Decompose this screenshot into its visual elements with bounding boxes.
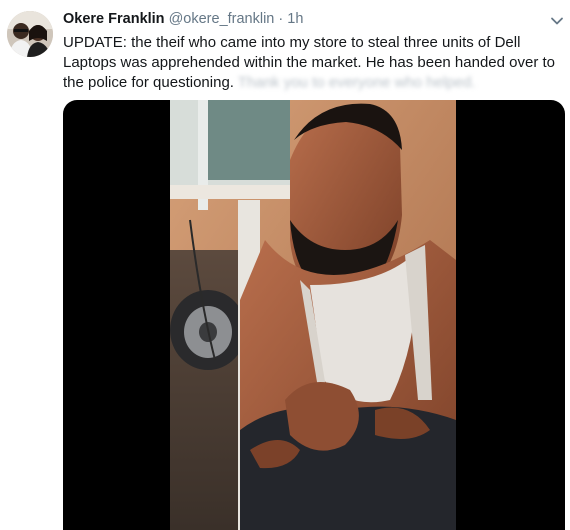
tweet-header: Okere Franklin @okere_franklin · 1h (63, 11, 303, 27)
meta-separator: · (278, 11, 284, 27)
chevron-down-icon[interactable] (549, 13, 565, 29)
video-frame (170, 100, 456, 530)
tweet-video[interactable] (63, 100, 565, 530)
tweet-time[interactable]: 1h (287, 11, 303, 27)
author-handle[interactable]: @okere_franklin (169, 11, 275, 27)
tweet-text-obscured: Thank you to everyone who helped. (237, 74, 476, 91)
tweet-text: UPDATE: the theif who came into my store… (63, 33, 563, 93)
avatar-image (7, 11, 53, 57)
author-name[interactable]: Okere Franklin (63, 11, 165, 27)
avatar[interactable] (7, 11, 53, 57)
